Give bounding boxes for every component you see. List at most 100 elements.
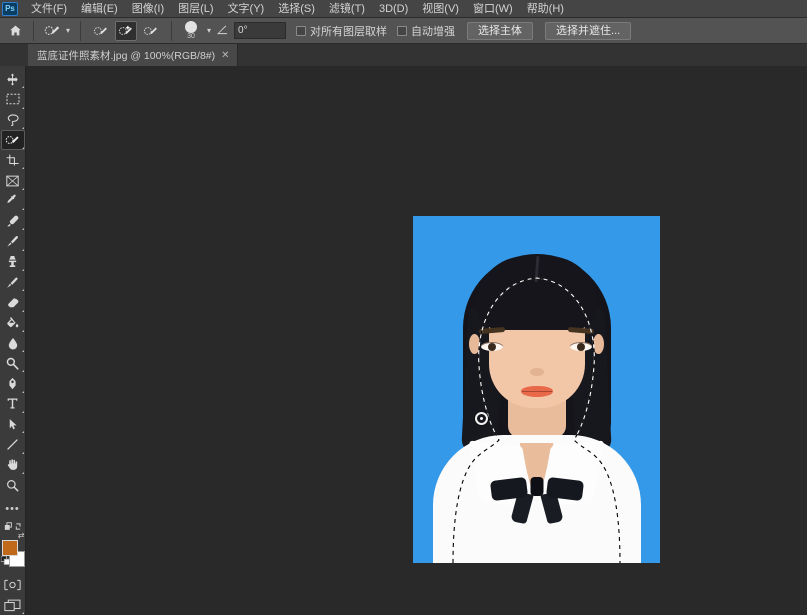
eyedropper-tool[interactable]	[1, 191, 25, 211]
tool-expand-indicator	[21, 289, 24, 292]
menu-window[interactable]: 窗口(W)	[466, 0, 520, 18]
home-icon[interactable]	[2, 19, 28, 43]
tool-expand-indicator	[21, 471, 24, 474]
tool-expand-indicator	[21, 612, 24, 615]
sample-all-layers-checkbox[interactable]: 对所有图层取样	[296, 23, 387, 39]
pupil-right	[577, 342, 585, 351]
menu-bar: Ps 文件(F) 编辑(E) 图像(I) 图层(L) 文字(Y) 选择(S) 滤…	[0, 0, 807, 18]
menu-image[interactable]: 图像(I)	[125, 0, 171, 18]
document-window[interactable]	[413, 216, 660, 563]
quick-mask-icon[interactable]	[1, 575, 25, 595]
pen-tool[interactable]	[1, 373, 25, 393]
canvas-area[interactable]	[26, 66, 807, 615]
auto-enhance-label: 自动增强	[411, 25, 456, 38]
tool-expand-indicator	[21, 228, 24, 231]
blur-tool[interactable]	[1, 333, 25, 353]
checkbox-box	[397, 25, 408, 36]
spot-healing-brush-tool[interactable]	[1, 211, 25, 231]
dodge-tool[interactable]	[1, 353, 25, 373]
menu-help[interactable]: 帮助(H)	[520, 0, 571, 18]
tool-expand-indicator	[21, 411, 24, 414]
chevron-down-icon[interactable]: ▾	[64, 26, 72, 35]
horizontal-type-tool[interactable]	[1, 394, 25, 414]
bow-tie	[489, 475, 584, 525]
angle-input[interactable]: 0°	[234, 22, 287, 39]
tool-expand-indicator	[21, 390, 24, 393]
pupil-left	[488, 342, 496, 351]
color-swatches: ⇄	[0, 531, 25, 570]
lip-line	[521, 391, 552, 392]
tool-expand-indicator	[21, 208, 24, 211]
brush-size-picker[interactable]: 30	[177, 18, 205, 44]
bow-knot	[530, 477, 543, 496]
selection-mode-group	[86, 20, 166, 41]
tool-expand-indicator	[21, 126, 24, 129]
tool-preset-picker[interactable]: ▾	[39, 22, 75, 40]
menu-filter[interactable]: 滤镜(T)	[322, 0, 372, 18]
divider	[80, 20, 82, 41]
brush-tool[interactable]	[1, 231, 25, 251]
hand-tool[interactable]	[1, 455, 25, 475]
tool-expand-indicator	[21, 329, 24, 332]
screen-mode-icon[interactable]	[1, 595, 25, 615]
menu-type[interactable]: 文字(Y)	[221, 0, 272, 18]
photoshop-logo-icon: Ps	[2, 1, 18, 16]
gradient-tool[interactable]	[1, 313, 25, 333]
select-and-mask-button[interactable]: 选择并遮住...	[545, 21, 632, 40]
brush-size-value: 30	[187, 33, 195, 40]
more-tools-button[interactable]: •••	[1, 501, 25, 516]
document-tab-bar: 蓝底证件照素材.jpg @ 100%(RGB/8#) ✕	[0, 44, 807, 66]
document-tab[interactable]: 蓝底证件照素材.jpg @ 100%(RGB/8#) ✕	[28, 44, 238, 66]
frame-tool[interactable]	[1, 170, 25, 190]
quick-selection-tool[interactable]	[0, 129, 25, 151]
menu-edit[interactable]: 编辑(E)	[74, 0, 125, 18]
clone-stamp-tool[interactable]	[1, 252, 25, 272]
close-icon[interactable]: ✕	[221, 50, 229, 61]
brush-preview-icon	[185, 21, 198, 33]
tool-expand-indicator	[21, 350, 24, 353]
new-selection-mode[interactable]	[90, 21, 112, 41]
ear-right	[593, 334, 604, 354]
tool-expand-indicator	[21, 187, 24, 190]
menu-file[interactable]: 文件(F)	[24, 0, 74, 18]
menu-view[interactable]: 视图(V)	[415, 0, 466, 18]
line-shape-tool[interactable]	[1, 434, 25, 454]
menu-select[interactable]: 选择(S)	[271, 0, 322, 18]
lasso-tool[interactable]	[1, 110, 25, 130]
subtract-from-selection-mode[interactable]	[140, 21, 162, 41]
tools-panel: ••• ⇄	[0, 66, 26, 615]
path-selection-tool[interactable]	[1, 414, 25, 434]
add-to-selection-mode[interactable]	[115, 20, 138, 41]
history-brush-tool[interactable]	[1, 272, 25, 292]
bow-loop-right	[545, 476, 584, 502]
photoshop-window: Ps 文件(F) 编辑(E) 图像(I) 图层(L) 文字(Y) 选择(S) 滤…	[0, 0, 807, 615]
ear-left	[469, 334, 480, 354]
tool-expand-indicator	[21, 248, 24, 251]
quick-selection-brush-icon	[42, 22, 62, 40]
divider	[171, 20, 173, 41]
select-subject-button[interactable]: 选择主体	[467, 21, 534, 40]
menu-layer[interactable]: 图层(L)	[171, 0, 220, 18]
move-tool[interactable]	[1, 69, 25, 89]
nose	[529, 368, 544, 376]
bow-loop-left	[489, 476, 528, 502]
angle-icon	[216, 24, 229, 38]
menu-3d[interactable]: 3D(D)	[372, 0, 415, 18]
brush-cursor-ring	[475, 412, 488, 425]
swap-colors-icon[interactable]: ⇄	[18, 531, 25, 540]
default-colors-icon[interactable]	[0, 552, 10, 570]
tool-expand-indicator	[21, 268, 24, 271]
eraser-tool[interactable]	[1, 292, 25, 312]
checkbox-box	[296, 25, 307, 36]
tool-expand-indicator	[21, 167, 24, 170]
zoom-tool[interactable]	[1, 475, 25, 495]
auto-enhance-checkbox[interactable]: 自动增强	[397, 23, 455, 39]
brush-preset-chevron-icon[interactable]: ▾	[205, 26, 213, 35]
crop-tool[interactable]	[1, 150, 25, 170]
document-tab-title: 蓝底证件照素材.jpg @ 100%(RGB/8#)	[37, 49, 216, 62]
id-photo-image	[413, 216, 660, 563]
rectangular-marquee-tool[interactable]	[1, 89, 25, 109]
sample-all-layers-label: 对所有图层取样	[310, 25, 388, 38]
divider	[33, 20, 34, 41]
eye-right	[570, 342, 592, 351]
